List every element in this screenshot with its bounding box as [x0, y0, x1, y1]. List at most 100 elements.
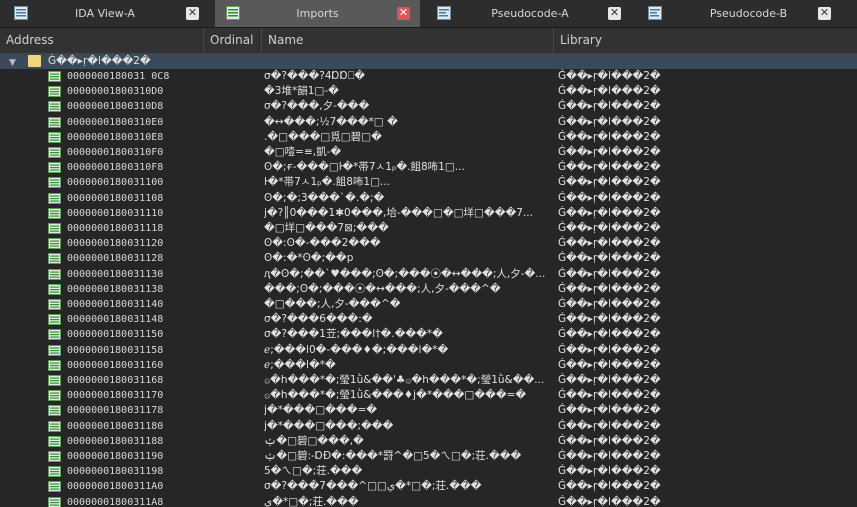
name-cell: �↔���;½7���*□ � — [264, 115, 398, 128]
import-entry-icon — [48, 116, 61, 128]
import-entry-icon — [48, 481, 61, 493]
library-cell: Ǵ��▸ṛ�l���2� — [558, 191, 661, 204]
address-cell: 0000000180031100 — [67, 177, 164, 189]
table-row[interactable]: 00000001800310D8 σ�?���,夕-��� Ǵ��▸ṛ�l���2� — [0, 99, 857, 114]
name-cell: ʘ�:ʘ�-���2��� — [264, 237, 381, 250]
name-cell: σ�?���6���:� — [264, 313, 373, 326]
column-header: Address Ordinal Name Library — [0, 28, 857, 54]
address-cell: 0000000180031150 — [67, 329, 164, 341]
name-cell: ۞�h���*�;瑩1ǜ&��'♣۞�h���*�;瑩1ǜ&��... — [264, 374, 545, 386]
import-entry-icon — [48, 162, 61, 174]
library-cell: Ǵ��▸ṛ�l���2� — [558, 495, 661, 507]
library-cell: Ǵ��▸ṛ�l���2� — [558, 465, 661, 478]
table-row[interactable]: 0000000180031158 ℯ;���l0�-���♦�;���l�*� Ǵ�… — [0, 343, 857, 358]
import-entry-icon — [48, 359, 61, 371]
table-row[interactable]: 0000000180031100 ŀ�*帯7ㅅ1ₚ�.飷8咘1□... Ǵ��▸ṛ�… — [0, 175, 857, 190]
close-icon[interactable]: ✕ — [397, 7, 410, 20]
library-cell: Ǵ��▸ṛ�l���2� — [558, 374, 661, 386]
name-cell: ���;ʘ�;���⦿�↔���;人,夕-���^� — [264, 282, 501, 295]
table-row[interactable]: 0000000180031140 �□���;人,夕-���^� Ǵ��▸ṛ�l��… — [0, 297, 857, 312]
address-cell: 0000000180031138 — [67, 283, 164, 295]
address-cell: 0000000180031140 — [67, 299, 164, 310]
close-icon[interactable]: ✕ — [818, 7, 831, 20]
name-cell: �□���;人,夕-���^� — [264, 298, 401, 310]
address-cell: 0000000180031 0C8 — [67, 71, 170, 82]
address-cell: 00000001800310E8 — [67, 131, 164, 143]
close-icon[interactable]: ✕ — [608, 7, 621, 20]
folder-icon — [28, 55, 41, 67]
address-cell: 0000000180031158 — [67, 344, 164, 356]
name-cell: σ�?���,夕-��� — [264, 100, 370, 113]
import-entry-icon — [48, 405, 61, 417]
table-row[interactable]: 0000000180031 0C8 σ�?���?4ⱰⱰ⎕� Ǵ��▸ṛ�l���2… — [0, 69, 857, 84]
table-row[interactable]: 00000001800310F8 ʘ�;ғ-���□ŀ�*帯7ㅅ1ₚ�.飷8咘1□… — [0, 160, 857, 175]
table-row[interactable]: 0000000180031168 ۞�h���*�;瑩1ǜ&��'♣۞�h���*… — [0, 373, 857, 388]
table-row[interactable]: 0000000180031180 j�*���□���;��� Ǵ��▸ṛ�l���… — [0, 419, 857, 434]
table-row[interactable]: 0000000180031120 ʘ�:ʘ�-���2��� Ǵ��▸ṛ�l���2… — [0, 236, 857, 251]
import-entry-icon — [48, 466, 61, 478]
table-row[interactable]: 0000000180031130 ԯ�ʘ�;��`♥���;ʘ�;���⦿�↔��… — [0, 267, 857, 282]
library-cell: Ǵ��▸ṛ�l���2� — [558, 434, 661, 447]
table-row[interactable]: 00000001800310E0 �↔���;½7���*□ � Ǵ��▸ṛ�l��… — [0, 115, 857, 130]
name-cell: ʘ�:�*ʘ�;��p — [264, 252, 354, 265]
tab-ida-view-a[interactable]: IDA View-A ✕ — [0, 0, 210, 27]
address-cell: 0000000180031118 — [67, 223, 164, 234]
table-row[interactable]: 00000001800310F0 �□噎=≡,凱-� Ǵ��▸ṛ�l���2� — [0, 145, 857, 160]
table-row[interactable]: 0000000180031198 5�ㄟ□�;荘.��� Ǵ��▸ṛ�l���2� — [0, 464, 857, 479]
table-row[interactable]: 0000000180031150 σ�?���1苙;���l†�.���*� Ǵ��… — [0, 327, 857, 342]
name-cell: j�?║0���1✱0���,垥-���□�□垟□���7... — [264, 206, 533, 219]
tab-bar: IDA View-A ✕ Imports ✕ Pseudocode-A ✕ Ps… — [0, 0, 857, 28]
import-entry-icon — [48, 101, 61, 113]
library-cell: Ǵ��▸ṛ�l���2� — [558, 161, 661, 174]
address-cell: 00000001800311A8 — [67, 496, 164, 507]
import-entry-icon — [48, 131, 61, 143]
table-row[interactable]: 0000000180031138 ���;ʘ�;���⦿�↔���;人,夕-���… — [0, 282, 857, 297]
table-row[interactable]: 0000000180031128 ʘ�:�*ʘ�;��p Ǵ��▸ṛ�l���2� — [0, 251, 857, 266]
name-cell: ࢶ�□碧□���,� — [264, 434, 364, 447]
address-cell: 0000000180031190 — [67, 451, 164, 462]
column-ordinal[interactable]: Ordinal — [204, 28, 262, 53]
column-name[interactable]: Name — [262, 28, 554, 53]
library-cell: Ǵ��▸ṛ�l���2� — [558, 267, 661, 280]
address-cell: 00000001800310E0 — [67, 116, 164, 128]
imports-table: ▼ Ǵ��▸ṛ�l���2� 0000000180031 0C8 σ�?���?4… — [0, 54, 857, 507]
name-cell: j�*���□���=� — [264, 404, 378, 417]
table-row[interactable]: 00000001800310D0̅�3堆*韻1□-� Ǵ��▸ṛ�l���2� — [0, 84, 857, 99]
library-cell: Ǵ��▸ṛ�l���2� — [558, 85, 661, 98]
group-row[interactable]: ▼ Ǵ��▸ṛ�l���2� — [0, 54, 857, 69]
close-icon[interactable]: ✕ — [186, 7, 199, 20]
import-entry-icon — [48, 71, 61, 82]
column-library[interactable]: Library — [554, 28, 857, 53]
table-row[interactable]: 0000000180031148 σ�?���6���:� Ǵ��▸ṛ�l���2� — [0, 312, 857, 327]
import-entry-icon — [48, 314, 61, 326]
table-row[interactable]: 00000001800311A8 ي�*□�;荘.��� Ǵ��▸ṛ�l���2� — [0, 495, 857, 507]
table-row[interactable]: 0000000180031160 ℯ;���l�*� Ǵ��▸ṛ�l���2� — [0, 358, 857, 373]
tab-pseudocode-a[interactable]: Pseudocode-A ✕ — [425, 0, 635, 27]
table-row[interactable]: 0000000180031110 j�?║0���1✱0���,垥-���□�□垟… — [0, 206, 857, 221]
column-address[interactable]: Address — [0, 28, 204, 53]
group-label: Ǵ��▸ṛ�l���2� — [48, 55, 151, 67]
table-row[interactable]: 0000000180031108 ʘ�;�;3���`�.�;� Ǵ��▸ṛ�l��… — [0, 191, 857, 206]
table-row[interactable]: 0000000180031178 j�*���□���=� Ǵ��▸ṛ�l���2� — [0, 403, 857, 418]
import-entry-icon — [48, 268, 61, 280]
tab-pseudocode-b[interactable]: Pseudocode-B ✕ — [640, 0, 857, 27]
tab-imports[interactable]: Imports ✕ — [215, 0, 420, 27]
table-row[interactable]: 0000000180031170 ۞�h���*�;瑩1ǜ&���♦j�*���□… — [0, 388, 857, 403]
library-cell: Ǵ��▸ṛ�l���2� — [558, 480, 661, 493]
address-cell: 00000001800311A0 — [67, 481, 164, 493]
table-row[interactable]: 0000000180031118 �□垟□���7⊠;��� Ǵ��▸ṛ�l���2… — [0, 221, 857, 236]
address-cell: 0000000180031160 — [67, 359, 164, 371]
library-cell: Ǵ��▸ṛ�l���2� — [558, 358, 661, 371]
table-row[interactable]: 00000001800310E8 .�□���□覓□碧□� Ǵ��▸ṛ�l���2� — [0, 130, 857, 145]
name-cell: ℯ;���l�*� — [264, 358, 336, 371]
table-row[interactable]: 0000000180031190 ࢶ�□碧:-ⱰĐ�:���*罸^�□5�ㄟ□�;… — [0, 449, 857, 464]
import-entry-icon — [48, 177, 61, 189]
table-row[interactable]: 0000000180031188 ࢶ�□碧□���,� Ǵ��▸ṛ�l���2� — [0, 434, 857, 449]
library-cell: Ǵ��▸ṛ�l���2� — [558, 130, 661, 143]
address-cell: 00000001800310D8 — [67, 101, 164, 113]
library-cell: Ǵ��▸ṛ�l���2� — [558, 222, 661, 234]
table-row[interactable]: 00000001800311A0 σ�?���7���^□□ي�*□�;荘.���… — [0, 479, 857, 494]
import-entry-icon — [48, 223, 61, 234]
name-cell: σ�?���7���^□□ي�*□�;荘.��� — [264, 480, 482, 493]
address-cell: 0000000180031108 — [67, 192, 164, 204]
